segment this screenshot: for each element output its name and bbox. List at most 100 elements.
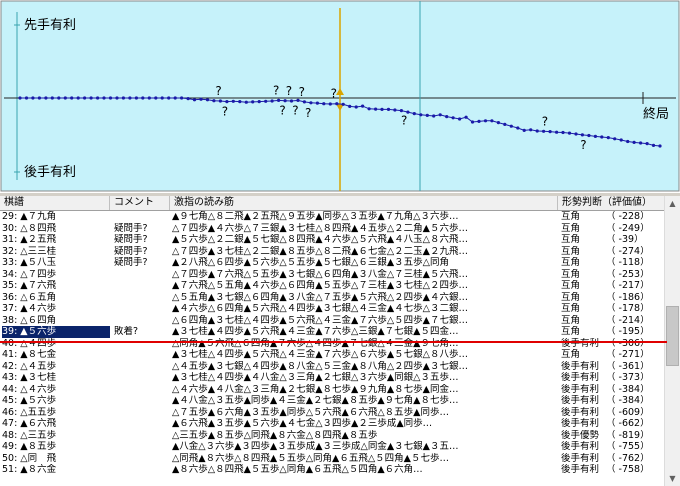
table-row[interactable]: 50: △同 飛 △同飛▲８六歩△８四飛▲５五歩△同角▲６五飛△５四角▲５七歩… 後… <box>0 453 664 465</box>
scroll-down-icon[interactable]: ▼ <box>665 471 680 486</box>
evaluation-point <box>522 128 526 132</box>
evaluation-point <box>529 128 533 132</box>
header-judgement[interactable]: 形勢判断（評価値） <box>558 196 664 210</box>
evaluation-point <box>44 96 48 100</box>
evaluation-point <box>535 129 539 133</box>
evaluation-point <box>251 100 255 104</box>
evaluation-point <box>218 99 222 103</box>
cell-score: （ -217） <box>606 280 650 291</box>
cell-move: 40: △４四歩 <box>2 337 57 349</box>
cell-move: 29: ▲７九角 <box>2 211 57 222</box>
cell-score: （ -195） <box>606 326 650 337</box>
table-row[interactable]: 47: ▲６六飛 ▲６六飛▲３五歩▲５六歩▲４七金△３四歩▲２三歩成▲同歩… 後手有… <box>0 418 664 430</box>
cell-reading: △同角▲５六飛△６四角▲７六歩△４四歩▲７七銀△４三金▲９七角… <box>172 337 459 349</box>
evaluation-point <box>651 143 656 147</box>
table-row[interactable]: 39: ▲５六歩 敗着? ▲３七桂▲４四歩▲５六飛▲４三金▲７六歩△三銀▲７七銀▲５… <box>0 326 664 338</box>
header-move[interactable]: 棋譜 <box>0 196 110 210</box>
evaluation-point <box>205 98 210 102</box>
cell-judgement: 後手有利 <box>561 395 600 406</box>
evaluation-point <box>406 110 410 114</box>
table-row[interactable]: 48: △三五歩 △三五歩▲８五歩△同飛▲８六金△８四飛▲８五歩 後手優勢 （ -81… <box>0 430 664 442</box>
table-row[interactable]: 43: ▲３七桂 ▲３七桂△４四歩▲４八金△３三角▲２七銀△３六歩▲同銀△３五歩…… <box>0 372 664 384</box>
table-row[interactable]: 41: ▲８七金 ▲３七桂△４四歩▲５六飛△４三金▲７六歩△６六歩▲５七銀△８八歩… <box>0 349 664 361</box>
kifu-list[interactable]: 棋譜 コメント 激指の読み筋 形勢判断（評価値） 29: ▲７九角 ▲９七角△８二… <box>0 196 680 486</box>
table-row[interactable]: 32: △三三桂 疑問手? △７四歩▲３七桂△２二銀▲８五歩△８二飛▲６七金△２二玉… <box>0 246 664 258</box>
table-row[interactable]: 46: △五五歩 △７五歩▲６六角▲３五歩▲同歩△５六飛▲６六飛△８五歩▲同歩… 後… <box>0 407 664 419</box>
table-row[interactable]: 36: △６五角 △５五角▲３七銀△６四角▲３八金△７五歩▲５六飛△２四歩▲４六銀… <box>0 292 664 304</box>
cell-score: （ -384） <box>606 383 650 395</box>
header-reading[interactable]: 激指の読み筋 <box>170 196 558 210</box>
evaluation-point <box>593 134 598 138</box>
cell-judgement: 後手有利 <box>561 372 600 383</box>
evaluation-point <box>115 96 119 100</box>
cell-score: （ -214） <box>606 314 650 326</box>
question-mark: ? <box>331 87 337 101</box>
cell-comment <box>114 464 170 476</box>
cell-score: （ -186） <box>606 291 650 303</box>
evaluation-point <box>574 132 578 136</box>
evaluation-point <box>302 100 306 104</box>
evaluation-point <box>50 96 54 100</box>
cell-move: 41: ▲８七金 <box>2 349 57 360</box>
cell-score: （ -228） <box>606 211 650 222</box>
cell-comment <box>114 372 170 384</box>
cell-judgement: 互角 <box>561 234 581 245</box>
question-mark: ? <box>299 85 305 99</box>
table-row[interactable]: 29: ▲７九角 ▲９七角△８二飛▲２五飛△９五歩▲同歩△３五歩▲７九角△３六歩…… <box>0 211 664 223</box>
cell-judgement: 後手有利 <box>561 418 600 429</box>
evaluation-point <box>108 96 113 100</box>
cell-move: 46: △五五歩 <box>2 406 57 418</box>
table-row[interactable]: 37: ▲４六歩 ▲４六歩△６四角▲５六飛△４四歩▲３七銀△４三金▲４七歩△３二銀… <box>0 303 664 315</box>
cell-comment <box>114 395 170 407</box>
evaluation-point <box>458 117 462 121</box>
evaluation-point <box>134 96 138 100</box>
evaluation-point <box>147 96 151 100</box>
cell-reading: △三五歩▲８五歩△同飛▲８六金△８四飛▲８五歩 <box>172 429 378 441</box>
cell-reading: △同飛▲８六歩△８四飛▲５五歩△同角▲６五飛△５四角▲５七歩… <box>172 452 449 464</box>
evaluation-point <box>57 96 61 100</box>
table-row[interactable]: 49: ▲８五歩 ▲八金△３六歩▲３四歩▲３五歩成▲３三歩成△同金▲３七銀▲３五…… <box>0 441 664 453</box>
cell-move: 39: ▲５六歩 <box>2 326 110 338</box>
label-end-of-game: 終局 <box>643 106 669 122</box>
evaluation-point <box>503 122 507 126</box>
table-row[interactable]: 38: △６四角 △６四角▲３七桂△４四歩▲５六飛△４三金▲７六歩△５四歩▲７七銀… <box>0 315 664 327</box>
cell-comment: 敗着? <box>114 326 139 337</box>
cell-score: （ -306） <box>606 337 650 349</box>
evaluation-point <box>341 102 345 106</box>
evaluation-point <box>613 137 617 141</box>
cell-move: 43: ▲３七桂 <box>2 372 57 383</box>
cell-score: （ -758） <box>606 464 650 475</box>
table-row[interactable]: 35: ▲７六飛 ▲７六飛△５五角▲４六歩△６四角▲５五歩△７三桂▲３七桂△２四歩… <box>0 280 664 292</box>
table-row[interactable]: 45: ▲５六歩 ▲４八金△３五歩▲同歩▲４三金▲２七銀▲８五歩▲９七角▲８七歩…… <box>0 395 664 407</box>
table-row[interactable]: 31: ▲２五飛 疑問手? ▲５六歩△２二銀▲５七銀△８四飛▲４六歩△５六飛▲４八玉… <box>0 234 664 246</box>
evaluation-graph-canvas[interactable]: 先手有利 後手有利 終局 ???????????? <box>0 0 680 193</box>
evaluation-graph[interactable]: 先手有利 後手有利 終局 ???????????? <box>0 0 680 193</box>
cell-judgement: 後手有利 <box>561 452 600 464</box>
cell-judgement: 互角 <box>561 326 581 337</box>
evaluation-point <box>18 96 22 100</box>
question-mark: ? <box>286 84 292 98</box>
evaluation-point <box>180 96 184 100</box>
table-row[interactable]: 34: △７四歩 △７四歩▲７六飛△５五歩▲３七銀△６四角▲３八金△７三桂▲５六飛… <box>0 269 664 281</box>
table-row[interactable]: 51: ▲８六金 ▲８六歩△８四飛▲５五歩△同角▲６五飛△５四角▲６六角… 後手有利… <box>0 464 664 476</box>
table-row[interactable]: 44: △４六歩 △４六歩▲４八金△３三角▲２七銀▲８七歩▲９九角▲８七歩▲同金…… <box>0 384 664 396</box>
table-row[interactable]: 40: △４四歩 △同角▲５六飛△６四角▲７六歩△４四歩▲７七銀△４三金▲９七角…… <box>0 338 664 350</box>
table-row[interactable]: 42: △４五歩 △４五歩▲３七銀△４四歩▲８八金△５三金▲８八角△２四歩▲３七銀… <box>0 361 664 373</box>
evaluation-point <box>432 114 436 118</box>
question-mark: ? <box>401 114 407 128</box>
cell-score: （ -662） <box>606 418 650 429</box>
evaluation-point <box>167 96 171 100</box>
evaluation-point <box>632 140 636 144</box>
scroll-up-icon[interactable]: ▲ <box>665 196 680 211</box>
question-mark: ? <box>279 104 285 118</box>
table-row[interactable]: 30: △８四飛 疑問手? △７四歩▲４六歩△７三銀▲３七桂△８四飛▲４五歩△２二角… <box>0 223 664 235</box>
scroll-thumb[interactable] <box>666 306 679 366</box>
evaluation-point <box>425 113 429 117</box>
header-comment[interactable]: コメント <box>110 196 170 210</box>
cell-reading: ▲２八飛△６四歩▲５六歩△５五歩▲５七銀△６三銀▲３五歩△同角 <box>172 257 449 268</box>
table-row[interactable]: 33: ▲５八玉 疑問手? ▲２八飛△６四歩▲５六歩△５五歩▲５七銀△６三銀▲３五歩… <box>0 257 664 269</box>
evaluation-point <box>490 119 494 123</box>
evaluation-point <box>186 97 190 101</box>
cell-judgement: 後手有利 <box>561 464 600 475</box>
evaluation-point <box>89 96 93 100</box>
